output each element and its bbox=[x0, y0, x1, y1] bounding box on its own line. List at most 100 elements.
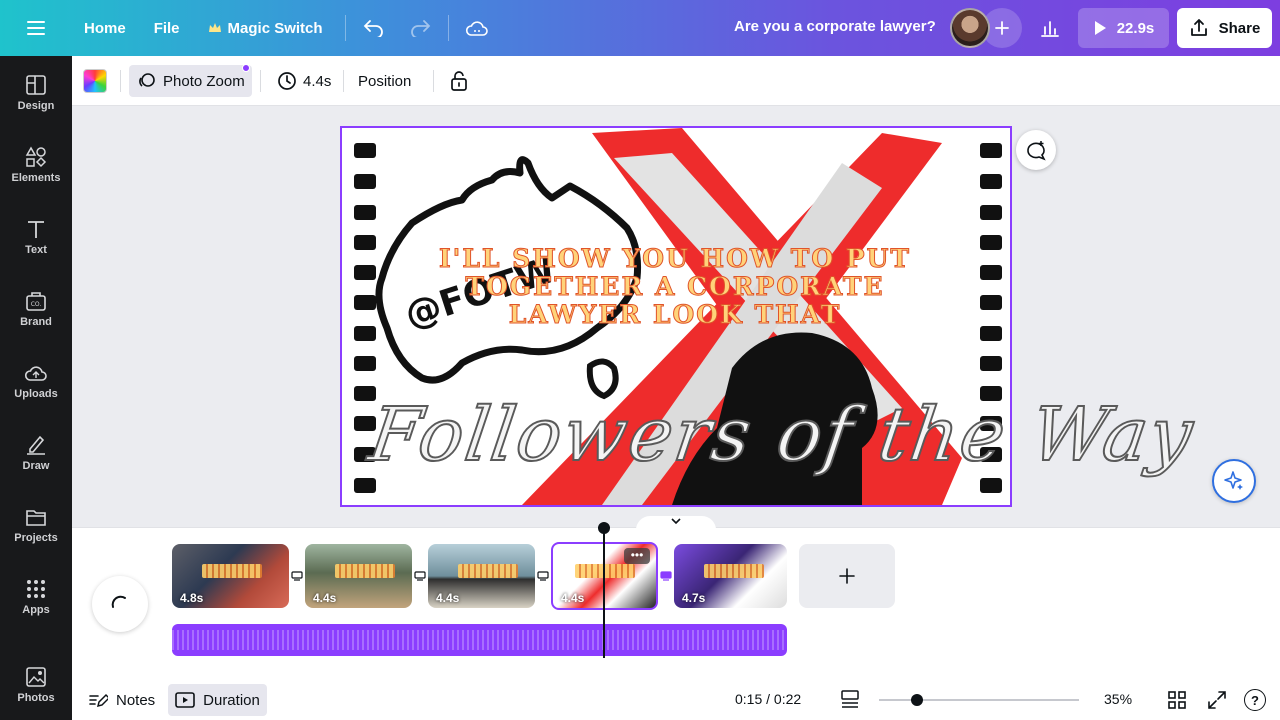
plus-icon bbox=[839, 568, 855, 584]
clip-caption-thumb bbox=[458, 564, 518, 578]
page-view-button[interactable] bbox=[840, 688, 860, 715]
sidebar-item-brand[interactable]: CO. Brand bbox=[0, 288, 72, 352]
toolbar-divider bbox=[344, 15, 346, 41]
sidebar-label: Apps bbox=[22, 604, 50, 616]
sidebar-item-text[interactable]: Text bbox=[0, 216, 72, 280]
undo-icon bbox=[363, 20, 383, 37]
sidebar-item-projects[interactable]: Projects bbox=[0, 504, 72, 568]
avatar[interactable] bbox=[950, 8, 990, 48]
folder-icon bbox=[26, 510, 46, 526]
script-title[interactable]: Followers of the Way bbox=[363, 391, 1201, 479]
present-button[interactable]: 22.9s bbox=[1078, 8, 1169, 48]
audio-track[interactable] bbox=[172, 624, 787, 656]
sidebar-label: Photos bbox=[17, 692, 55, 704]
animate-icon bbox=[139, 73, 155, 87]
help-button[interactable]: ? bbox=[1244, 689, 1266, 711]
magic-switch-label: Magic Switch bbox=[227, 19, 323, 37]
video-icon bbox=[175, 692, 195, 708]
transition-button[interactable] bbox=[413, 569, 427, 583]
clip-duration: 4.8s bbox=[180, 591, 204, 605]
notes-button[interactable]: Notes bbox=[84, 684, 159, 716]
page-view-icon bbox=[841, 690, 859, 708]
lock-button[interactable] bbox=[447, 68, 471, 94]
clip-more-button[interactable]: ••• bbox=[624, 548, 650, 564]
timeline-clip[interactable]: 4.7s bbox=[674, 544, 787, 608]
photo-zoom-button[interactable]: Photo Zoom bbox=[129, 64, 252, 97]
sparkle-icon bbox=[1224, 471, 1243, 490]
zoom-slider-handle[interactable] bbox=[911, 694, 924, 706]
fullscreen-icon bbox=[1208, 691, 1226, 709]
timeline-clip[interactable]: 4.8s bbox=[172, 544, 289, 608]
add-comment-button[interactable] bbox=[1016, 130, 1056, 170]
sidebar-item-apps[interactable]: Apps bbox=[0, 576, 72, 640]
plus-icon bbox=[995, 21, 1009, 35]
sidebar-label: Uploads bbox=[14, 388, 58, 400]
toolbar-divider bbox=[343, 70, 344, 92]
undo-button[interactable] bbox=[356, 10, 392, 46]
color-picker-button[interactable] bbox=[83, 69, 107, 93]
transition-button[interactable] bbox=[290, 569, 304, 583]
playhead[interactable] bbox=[603, 530, 605, 658]
elements-icon bbox=[25, 146, 47, 168]
context-toolbar: Photo Zoom 4.4s Position bbox=[72, 56, 1280, 106]
zoom-slider-track[interactable] bbox=[879, 699, 1079, 701]
transition-button[interactable] bbox=[659, 569, 673, 583]
sidebar-label: Brand bbox=[20, 316, 52, 328]
redo-icon bbox=[410, 20, 430, 37]
timeline-clip[interactable]: 4.4s bbox=[305, 544, 412, 608]
toolbar-divider bbox=[260, 70, 261, 92]
notes-label: Notes bbox=[116, 691, 156, 709]
sidebar-item-design[interactable]: Design bbox=[0, 72, 72, 136]
collapse-timeline-button[interactable] bbox=[636, 516, 716, 530]
insights-button[interactable] bbox=[1031, 10, 1069, 46]
chevron-down-icon bbox=[671, 518, 681, 525]
share-label: Share bbox=[1218, 19, 1261, 37]
position-button[interactable]: Position bbox=[358, 65, 411, 97]
bar-chart-icon bbox=[1041, 21, 1059, 37]
zoom-level[interactable]: 35% bbox=[1104, 691, 1132, 707]
clip-duration-label: 4.4s bbox=[303, 72, 332, 90]
design-icon bbox=[26, 75, 46, 95]
play-duration: 22.9s bbox=[1116, 19, 1155, 37]
transition-button[interactable] bbox=[536, 569, 550, 583]
grid-view-button[interactable] bbox=[1167, 690, 1187, 715]
timeline-clip[interactable]: 4.4s bbox=[428, 544, 535, 608]
clip-duration-button[interactable]: 4.4s bbox=[273, 65, 335, 97]
duration-button[interactable]: Duration bbox=[168, 684, 267, 716]
menu-button[interactable] bbox=[0, 0, 72, 56]
sidebar-item-draw[interactable]: Draw bbox=[0, 432, 72, 496]
playback-loading-button[interactable] bbox=[92, 576, 148, 632]
home-link[interactable]: Home bbox=[72, 10, 138, 46]
sidebar-label: Elements bbox=[11, 172, 61, 184]
caption-line-3[interactable]: LAWYER LOOK THAT bbox=[430, 300, 920, 330]
cloud-icon bbox=[465, 21, 488, 36]
notes-icon bbox=[89, 693, 108, 708]
share-button[interactable]: Share bbox=[1177, 8, 1272, 48]
caption-line-2[interactable]: TOGETHER A CORPORATE bbox=[430, 272, 920, 302]
sidebar-item-elements[interactable]: Elements bbox=[0, 144, 72, 208]
sidebar-item-photos[interactable]: Photos bbox=[0, 664, 72, 720]
caption-line-1[interactable]: I'LL SHOW YOU HOW TO PUT bbox=[430, 244, 920, 274]
text-icon bbox=[28, 221, 44, 238]
sidebar-label: Text bbox=[25, 244, 47, 256]
apps-icon bbox=[27, 580, 45, 598]
magic-switch-button[interactable]: Magic Switch bbox=[196, 10, 335, 46]
toolbar-divider bbox=[433, 70, 434, 92]
hamburger-icon bbox=[27, 21, 45, 35]
audio-waveform bbox=[172, 630, 787, 650]
top-bar: Home File Magic Switch Are you a corpora… bbox=[0, 0, 1280, 56]
cloud-save-button[interactable] bbox=[459, 10, 495, 46]
file-menu[interactable]: File bbox=[142, 10, 192, 46]
add-page-button[interactable] bbox=[799, 544, 895, 608]
sidebar-item-uploads[interactable]: Uploads bbox=[0, 360, 72, 424]
clock-icon bbox=[278, 72, 296, 90]
magic-assistant-button[interactable] bbox=[1212, 459, 1256, 503]
photos-icon bbox=[26, 667, 46, 687]
svg-text:CO.: CO. bbox=[31, 301, 42, 308]
transition-icon bbox=[537, 571, 549, 581]
comment-plus-icon bbox=[1027, 141, 1046, 161]
lock-icon bbox=[451, 71, 467, 91]
fullscreen-button[interactable] bbox=[1207, 690, 1227, 715]
design-title[interactable]: Are you a corporate lawyer? bbox=[734, 18, 936, 35]
redo-button[interactable] bbox=[402, 10, 438, 46]
